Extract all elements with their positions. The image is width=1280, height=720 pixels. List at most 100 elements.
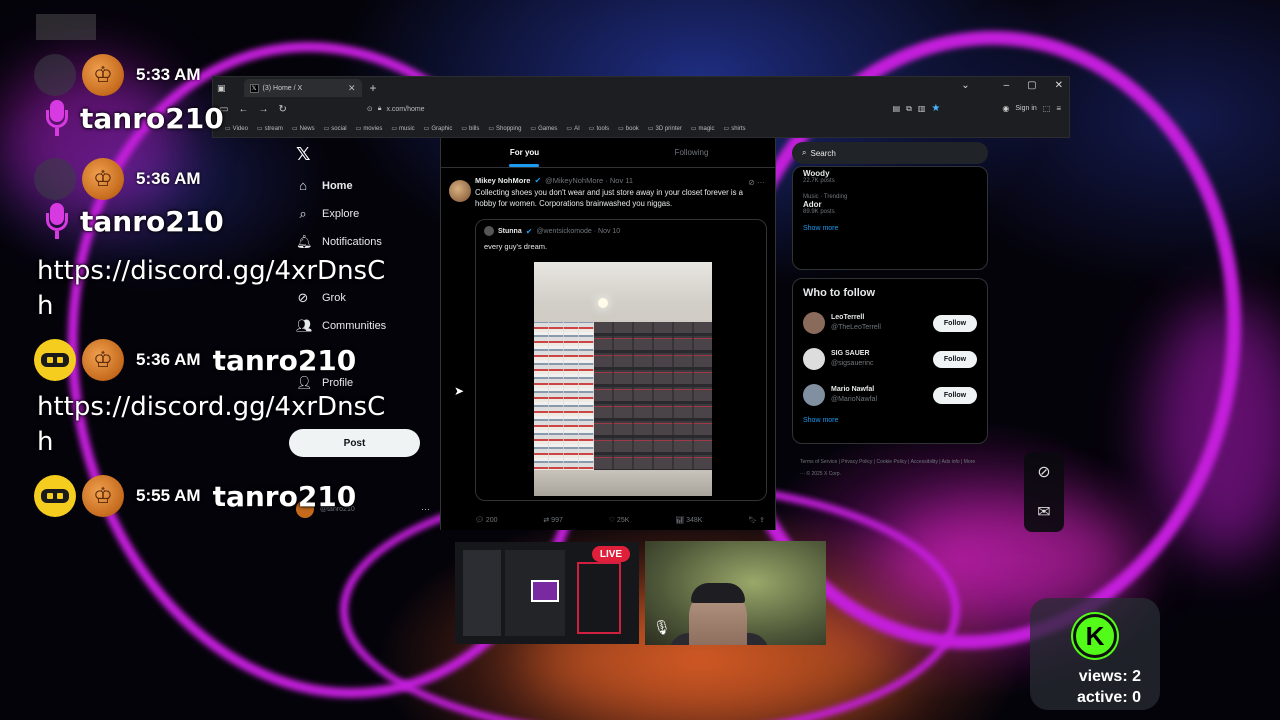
author-name[interactable]: Mikey NohMore [475, 176, 530, 185]
trend-name: Woody [803, 169, 830, 178]
suggestion-names: LeoTerrell @TheLeoTerrell [831, 313, 881, 333]
trend-count: 22.7K posts [803, 178, 835, 184]
close-window-icon[interactable]: ✕ [1055, 80, 1063, 91]
chat-message-header: ♔ 5:36 AM [34, 158, 201, 200]
views-count: views: 2 [1078, 668, 1141, 685]
views-button[interactable]: 📊︎ 348K [675, 516, 702, 524]
menu-icon[interactable]: ≡ [1056, 104, 1061, 113]
bookmark-folder[interactable]: 3D printer [648, 125, 681, 132]
avatar[interactable] [449, 180, 471, 202]
reader-icon[interactable]: ▤ [893, 104, 901, 113]
bookmark-folder[interactable]: Games [530, 125, 557, 132]
follow-button[interactable]: Follow [933, 314, 977, 332]
bookmark-folder[interactable]: magic [691, 125, 715, 132]
ceiling [534, 262, 712, 302]
chat-username: tanro210 [212, 343, 357, 377]
bookmark-folder[interactable]: tools [589, 125, 609, 132]
more-icon[interactable]: ··· [757, 178, 765, 187]
webcam-feed: 🎙︎ [645, 541, 826, 645]
like-button[interactable]: ♡ 25K [609, 516, 630, 524]
show-more-link[interactable]: Show more [803, 417, 977, 424]
extensions-icon[interactable]: ⬚ [1043, 104, 1051, 113]
avatar: ♔ [82, 158, 124, 200]
trend-item[interactable]: Music · Trending Ador 89.9K posts [803, 194, 977, 215]
search-input[interactable]: ⌕ Search [792, 142, 988, 164]
suggestion-handle: @MarioNawfal [831, 396, 878, 403]
follow-suggestion[interactable]: Mario Nawfal @MarioNawfal Follow [803, 383, 977, 407]
microphone-icon [46, 203, 68, 239]
window-controls: ⌄ – ▢ ✕ [961, 80, 1063, 91]
follow-button[interactable]: Follow [933, 350, 977, 368]
suggestion-names: Mario Nawfal @MarioNawfal [831, 385, 877, 405]
avatar [803, 312, 825, 334]
monitor-icon [531, 580, 559, 602]
chat-message-text[interactable]: https://discord.gg/4xrDnsCh [37, 254, 397, 324]
floor [534, 470, 712, 496]
tweet[interactable]: Mikey NohMore ✔ @MikeyNohMore · Nov 11 ⊘… [441, 168, 775, 501]
avatar [803, 384, 825, 406]
chat-username: tanro210 [80, 204, 224, 238]
mail-icon[interactable]: ✉ [1037, 502, 1050, 522]
quote-author-handle: @wentsickomode · Nov 10 [536, 227, 621, 235]
reply-button[interactable]: 💬︎ 200 [475, 516, 498, 524]
avatar [484, 226, 494, 236]
split-icon[interactable]: ▥ [918, 104, 926, 113]
avatar [803, 348, 825, 370]
trends-panel: Woody 22.7K posts Music · Trending Ador … [792, 166, 988, 270]
maximize-icon[interactable]: ▢ [1027, 80, 1036, 91]
author-handle[interactable]: @MikeyNohMore · Nov 11 [545, 176, 633, 185]
chat-username: tanro210 [80, 101, 224, 135]
footer-links[interactable]: Terms of Service | Privacy Policy | Cook… [800, 456, 976, 480]
tweet-text: Collecting shoes you don't wear and just… [475, 188, 744, 208]
bookmark-folder[interactable]: shirts [724, 125, 745, 132]
like-count: 25K [616, 517, 630, 524]
tweet-actions: 💬︎ 200 ⇄ 997 ♡ 25K 📊︎ 348K 🔖︎ ⇪ [475, 516, 765, 524]
tab-following[interactable]: Following [608, 138, 775, 167]
bookmark-folder[interactable]: bills [461, 125, 479, 132]
chat-message-header: ♔ 5:55 AM tanro210 [34, 475, 356, 517]
tab-for-you[interactable]: For you [441, 138, 608, 167]
repost-button[interactable]: ⇄ 997 [543, 516, 563, 524]
trend-name: Ador [803, 200, 822, 209]
shoe-closet-image[interactable] [534, 262, 712, 496]
grok-icon[interactable]: ⊘ [1037, 462, 1050, 482]
tweet-header: Mikey NohMore ✔ @MikeyNohMore · Nov 11 [475, 176, 765, 185]
quoted-tweet[interactable]: Stunna ✔ @wentsickomode · Nov 10 every g… [475, 219, 767, 501]
right-sidebar: ⌕ Search Woody 22.7K posts Music · Trend… [792, 138, 988, 530]
view-count: 348K [686, 517, 703, 524]
verified-badge-icon: ✔ [534, 176, 542, 185]
follow-button[interactable]: Follow [933, 386, 977, 404]
ceiling-light [598, 298, 608, 308]
account-icon[interactable]: ◉ [1002, 104, 1009, 113]
quote-author-name: Stunna [498, 227, 522, 235]
bookmark-folder[interactable]: AI [566, 125, 580, 132]
suggestion-name: LeoTerrell [831, 314, 865, 321]
screenshot-icon[interactable]: ⧉ [906, 104, 912, 114]
search-icon: ⌕ [802, 148, 807, 157]
suggestion-name: SIG SAUER [831, 350, 870, 357]
minimize-icon[interactable]: – [1004, 80, 1010, 91]
stream-chat-overlay: ♔ 5:33 AM tanro210 ♔ 5:36 AM tanro210 ht… [0, 0, 440, 540]
reply-count: 200 [485, 517, 498, 524]
bot-badge-icon [34, 475, 76, 517]
trend-count: 89.9K posts [803, 209, 835, 215]
chat-time: 5:33 AM [136, 65, 201, 84]
follow-suggestion[interactable]: LeoTerrell @TheLeoTerrell Follow [803, 311, 977, 335]
chat-username-row: tanro210 [46, 100, 224, 136]
bookmark-folder[interactable]: Shopping [488, 125, 521, 132]
bookmark-folder[interactable]: book [618, 125, 639, 132]
bot-badge-icon [34, 339, 76, 381]
bookmark-icon[interactable]: 🔖︎ ⇪ [748, 516, 765, 524]
repost-count: 997 [551, 517, 563, 524]
sign-in-link[interactable]: Sign in [1015, 105, 1036, 112]
show-more-link[interactable]: Show more [803, 225, 977, 232]
follow-suggestion[interactable]: SIG SAUER @sigsauerinc Follow [803, 347, 977, 371]
trend-item[interactable]: Woody 22.7K posts [803, 169, 977, 184]
bookmark-star-icon[interactable]: ★ [931, 103, 940, 114]
webcam-cap [691, 583, 745, 603]
grok-icon[interactable]: ⊘ [748, 178, 755, 187]
suggestion-name: Mario Nawfal [831, 386, 875, 393]
chat-message-text[interactable]: https://discord.gg/4xrDnsCh [37, 390, 397, 460]
chat-message-header: ♔ 5:33 AM [34, 54, 201, 96]
chevron-down-icon[interactable]: ⌄ [961, 80, 969, 91]
